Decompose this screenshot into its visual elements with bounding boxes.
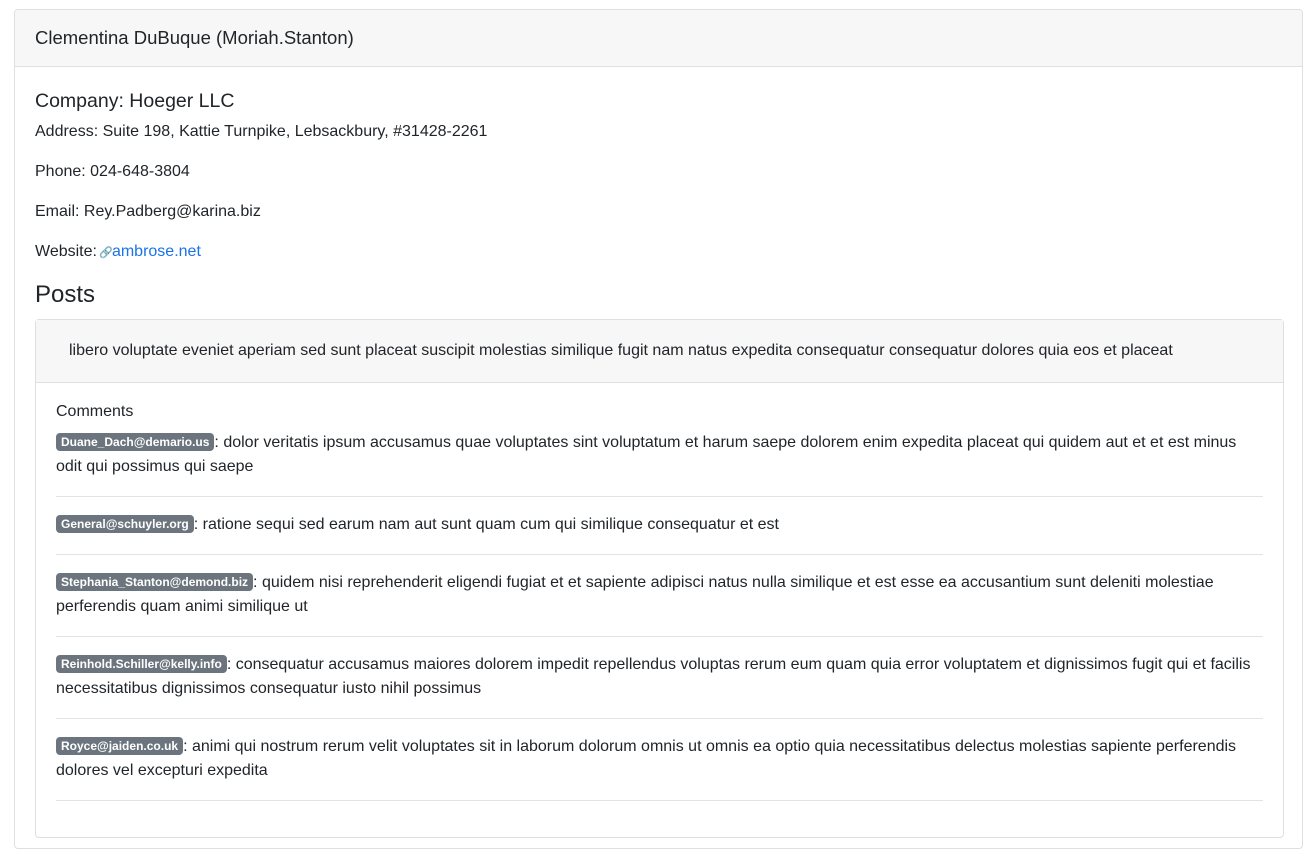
email-line: Email: Rey.Padberg@karina.biz <box>35 203 261 220</box>
post-body: Comments Duane_Dach@demario.us: dolor ve… <box>36 383 1283 837</box>
address-line: Address: Suite 198, Kattie Turnpike, Leb… <box>35 123 488 140</box>
comments-label: Comments <box>56 403 134 420</box>
user-card-body: Company: Hoeger LLC Address: Suite 198, … <box>15 67 1302 838</box>
comment-author-badge: General@schuyler.org <box>56 515 194 533</box>
post-title: libero voluptate eveniet aperiam sed sun… <box>69 342 1173 359</box>
comment-text: : dolor veritatis ipsum accusamus quae v… <box>56 434 1237 475</box>
comment-author-badge: Reinhold.Schiller@kelly.info <box>56 655 227 673</box>
comment-text: : consequatur accusamus maiores dolorem … <box>56 656 1251 697</box>
post-card: libero voluptate eveniet aperiam sed sun… <box>35 319 1284 838</box>
comment-item: Reinhold.Schiller@kelly.info: consequatu… <box>56 653 1263 719</box>
phone-line: Phone: 024-648-3804 <box>35 163 190 180</box>
comments-list: Duane_Dach@demario.us: dolor veritatis i… <box>56 431 1263 801</box>
posts-heading: Posts <box>35 281 96 308</box>
user-name-title: Clementina DuBuque (Moriah.Stanton) <box>35 27 354 48</box>
post-header: libero voluptate eveniet aperiam sed sun… <box>36 320 1283 383</box>
comment-text: : ratione sequi sed earum nam aut sunt q… <box>193 516 779 533</box>
comment-text: : animi qui nostrum rerum velit voluptat… <box>56 738 1237 779</box>
comment-author-badge: Duane_Dach@demario.us <box>56 433 215 451</box>
comment-author-badge: Royce@jaiden.co.uk <box>56 737 184 755</box>
company-name: Company: Hoeger LLC <box>35 90 235 112</box>
comment-item: Duane_Dach@demario.us: dolor veritatis i… <box>56 431 1263 497</box>
comment-item: Stephania_Stanton@demond.biz: quidem nis… <box>56 571 1263 637</box>
user-card-header: Clementina DuBuque (Moriah.Stanton) <box>15 10 1302 67</box>
comment-item: General@schuyler.org: ratione sequi sed … <box>56 513 1263 555</box>
link-icon: 🔗 <box>98 247 113 259</box>
website-label: Website: <box>35 243 97 260</box>
user-card: Clementina DuBuque (Moriah.Stanton) Comp… <box>14 9 1303 849</box>
website-line: Website: 🔗ambrose.net <box>35 242 1282 263</box>
comment-item: Royce@jaiden.co.uk: animi qui nostrum re… <box>56 735 1263 801</box>
website-link[interactable]: ambrose.net <box>112 243 201 260</box>
comment-author-badge: Stephania_Stanton@demond.biz <box>56 573 254 591</box>
